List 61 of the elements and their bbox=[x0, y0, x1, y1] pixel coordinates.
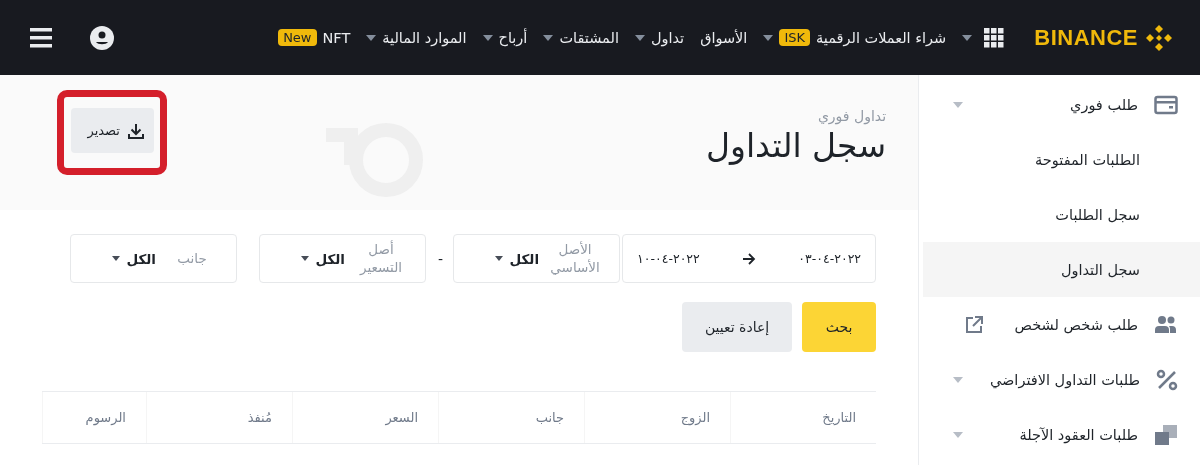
user-icon[interactable] bbox=[90, 25, 114, 50]
nav-link[interactable]: شراء العملات الرقمية bbox=[816, 29, 947, 46]
search-button[interactable]: بحث bbox=[802, 302, 877, 352]
sidebar-item[interactable]: سجل الطلبات bbox=[923, 187, 1200, 242]
caret-icon[interactable] bbox=[543, 34, 554, 41]
sidebar-item[interactable]: طلب فوري bbox=[923, 77, 1200, 132]
logo-icon[interactable] bbox=[1144, 22, 1174, 53]
badge: New bbox=[278, 29, 317, 46]
nav-link[interactable]: تداول bbox=[650, 29, 685, 46]
sidebar-item[interactable]: سجل التداول bbox=[923, 242, 1200, 297]
select-field[interactable]: أصل التسعير الكل bbox=[259, 234, 426, 283]
nav-link[interactable]: أرباح bbox=[498, 29, 528, 46]
caret-icon[interactable] bbox=[634, 34, 645, 41]
external-link-icon[interactable] bbox=[965, 315, 984, 334]
sidebar-label: طلبات التداول الافتراضي bbox=[988, 371, 1140, 388]
caret-icon[interactable] bbox=[482, 34, 493, 41]
sidebar-label: طلبات العقود الآجلة bbox=[1018, 426, 1138, 443]
field-label: جانب bbox=[176, 249, 208, 268]
sidebar-item[interactable]: طلبات التداول الافتراضي bbox=[923, 352, 1200, 407]
column-header: التاريخ bbox=[822, 410, 857, 425]
field-label: أصل التسعير bbox=[358, 240, 403, 277]
sidebar-label: طلب فوري bbox=[1069, 96, 1138, 113]
caret-icon[interactable] bbox=[763, 34, 774, 41]
sidebar-label: طلب شخص لشخص bbox=[1013, 316, 1138, 333]
page-title: سجل التداول bbox=[706, 126, 887, 165]
percent-icon bbox=[1156, 368, 1178, 391]
arrow-icon bbox=[742, 252, 757, 265]
futures-icon bbox=[1154, 423, 1178, 446]
sidebar-label: الطلبات المفتوحة bbox=[1034, 151, 1140, 168]
nav-link[interactable]: المشتقات bbox=[559, 29, 619, 46]
caret-icon bbox=[495, 256, 504, 261]
column-header: جانب bbox=[535, 410, 565, 425]
apps-grid-icon[interactable] bbox=[984, 27, 1005, 48]
export-button[interactable]: تصدير bbox=[71, 108, 154, 153]
caret-icon[interactable] bbox=[366, 34, 377, 41]
sidebar-item[interactable]: طلب شخص لشخص bbox=[923, 297, 1200, 352]
menu-icon[interactable] bbox=[30, 27, 52, 48]
reset-button[interactable]: إعادة تعيين bbox=[682, 302, 793, 352]
badge: ISK bbox=[779, 29, 810, 46]
caret-icon bbox=[301, 256, 310, 261]
nav-link[interactable]: NFT bbox=[322, 29, 351, 46]
caret-icon bbox=[112, 256, 121, 261]
column-header: مُنفذ bbox=[247, 410, 272, 425]
sidebar-item[interactable]: الطلبات المفتوحة bbox=[923, 132, 1200, 187]
nav-link[interactable]: الأسواق bbox=[700, 29, 748, 46]
date-range-field[interactable]: ٠٣-٠٤-٢٠٢٢ ١٠-٠٤-٢٠٢٢ bbox=[622, 234, 877, 283]
people-icon bbox=[1154, 314, 1178, 335]
sidebar-label: سجل الطلبات bbox=[1054, 206, 1140, 223]
logo-text[interactable]: BINANCE bbox=[1034, 24, 1138, 51]
range-separator: - bbox=[438, 250, 444, 267]
column-header: الزوج bbox=[680, 410, 711, 425]
download-icon bbox=[128, 122, 144, 139]
sidebar-label: سجل التداول bbox=[1059, 261, 1140, 278]
nav-link[interactable]: الموارد المالية bbox=[382, 29, 467, 46]
select-field[interactable]: جانب الكل bbox=[70, 234, 237, 283]
column-header: الرسوم bbox=[85, 410, 126, 425]
wallet-icon bbox=[1154, 94, 1178, 115]
field-label: الأصل الأساسي bbox=[549, 240, 601, 277]
caret-icon[interactable] bbox=[962, 34, 973, 41]
sidebar-item[interactable]: طلبات العقود الآجلة bbox=[923, 407, 1200, 462]
column-header: السعر bbox=[385, 410, 418, 425]
